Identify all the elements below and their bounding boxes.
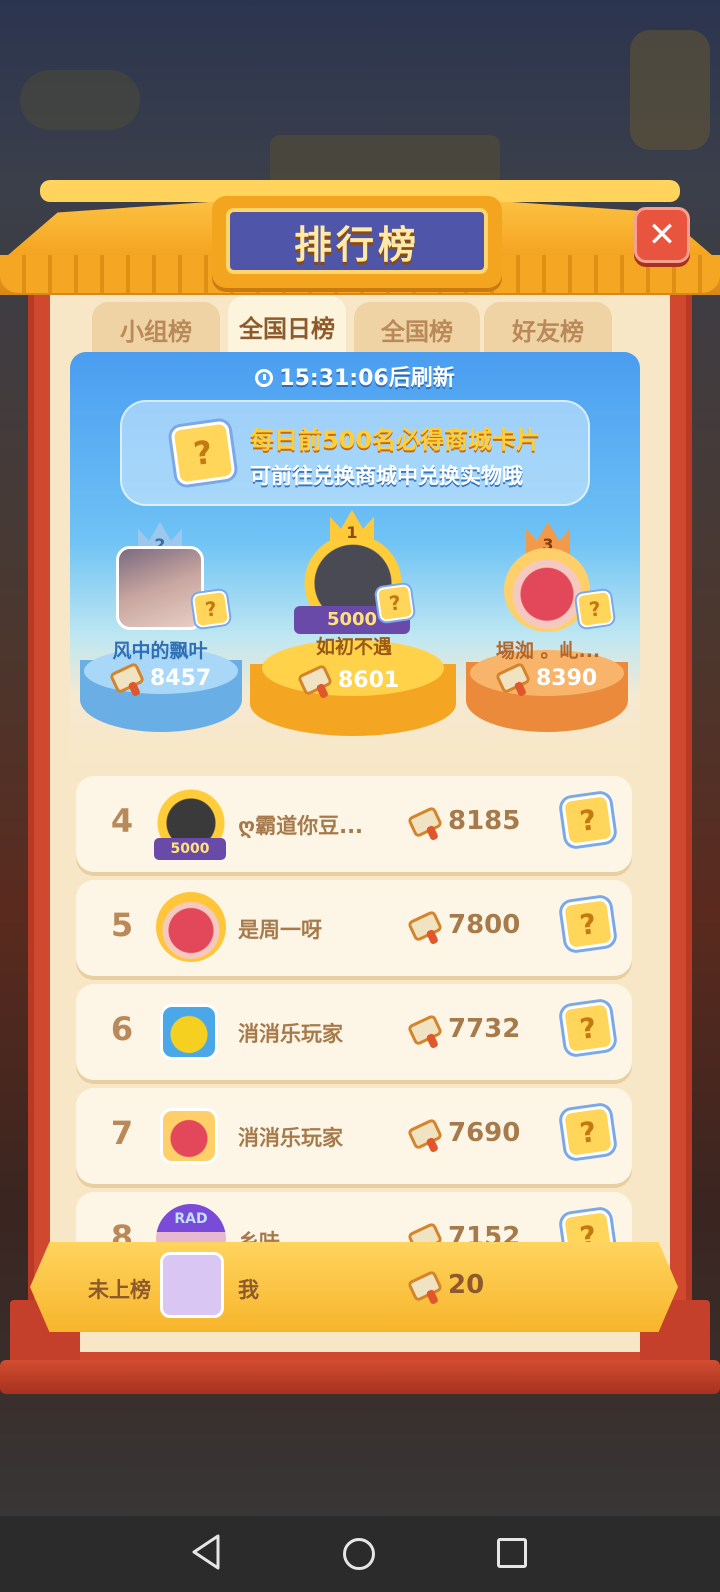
avatar	[156, 892, 226, 962]
player-name: 消消乐玩家	[238, 1022, 343, 1046]
rank-row[interactable]: 7 消消乐玩家 7690 ?	[76, 1088, 632, 1184]
hammer-icon	[406, 1117, 444, 1151]
my-name: 我	[238, 1278, 259, 1302]
avatar	[160, 1108, 218, 1164]
notice-line-2: 可前往兑换商城中兑换实物哦	[250, 464, 523, 488]
podium-score-value: 8601	[338, 668, 400, 693]
background-decoration	[270, 135, 500, 185]
hammer-icon	[406, 1013, 444, 1047]
system-nav-bar	[0, 1516, 720, 1592]
rank-number: 5	[110, 906, 134, 944]
podium-score: 8601	[296, 663, 400, 697]
rank-number: 6	[110, 1010, 134, 1048]
player-score-value: 8185	[448, 806, 521, 836]
player-score: 7800	[406, 909, 521, 943]
player-score-value: 7732	[448, 1014, 521, 1044]
mystery-card-icon: ?	[560, 792, 616, 848]
card-symbol: ?	[203, 596, 219, 622]
card-symbol: ?	[577, 802, 599, 838]
podium-score: 8457	[108, 661, 212, 695]
player-score: 8185	[406, 805, 521, 839]
my-avatar	[160, 1252, 224, 1318]
mystery-card-icon: ?	[560, 1000, 616, 1056]
mystery-card-icon: ?	[191, 589, 231, 629]
card-symbol: ?	[587, 596, 603, 622]
clock-icon	[255, 369, 274, 387]
hammer-icon	[494, 661, 532, 695]
tab-national-daily[interactable]: 全国日榜	[228, 296, 346, 356]
player-score-value: 7800	[448, 910, 521, 940]
tab-label: 全国日榜	[239, 314, 335, 343]
player-score: 7690	[406, 1117, 521, 1151]
hammer-icon	[406, 805, 444, 839]
player-score: 7732	[406, 1013, 521, 1047]
recent-apps-icon[interactable]	[497, 1538, 527, 1568]
background-decoration	[20, 70, 140, 130]
tab-label: 全国榜	[381, 317, 453, 346]
podium-score-value: 8457	[150, 666, 212, 691]
card-symbol: ?	[577, 1010, 599, 1046]
refresh-timer-text: 15:31:06后刷新	[279, 366, 455, 391]
hammer-icon	[108, 661, 146, 695]
page-title: 排行榜	[293, 222, 420, 267]
player-name: 是周一呀	[238, 918, 322, 942]
rank-row[interactable]: 6 消消乐玩家 7732 ?	[76, 984, 632, 1080]
avatar	[160, 1004, 218, 1060]
tab-label: 好友榜	[512, 317, 584, 346]
my-score: 20	[406, 1269, 485, 1303]
podium-score: 8390	[494, 661, 598, 695]
my-score-value: 20	[448, 1270, 485, 1300]
podium-player-name: 如初不遇	[315, 636, 392, 658]
notice-line-1: 每日前500名必得商城卡片	[250, 426, 541, 454]
title-plate-inner: 排行榜	[226, 208, 488, 274]
title-plate: 排行榜	[212, 196, 502, 288]
rank-number: 7	[110, 1114, 134, 1152]
tab-national[interactable]: 全国榜	[354, 302, 480, 356]
mystery-card-icon: ?	[170, 420, 236, 486]
podium-player-name: 风中的飘叶	[112, 640, 208, 662]
my-rank-bar[interactable]: 未上榜 我 20	[30, 1242, 678, 1332]
rank-row[interactable]: 5 是周一呀 7800 ?	[76, 880, 632, 976]
player-name: ღ霸道你豆...	[238, 814, 364, 838]
reward-notice: ? 每日前500名必得商城卡片 可前往兑换商城中兑换实物哦	[120, 400, 590, 506]
close-button[interactable]: ✕	[634, 207, 690, 263]
card-symbol: ?	[577, 906, 599, 942]
card-symbol: ?	[387, 590, 403, 616]
player-name: 消消乐玩家	[238, 1126, 343, 1150]
close-icon: ✕	[647, 215, 677, 255]
home-icon[interactable]	[343, 1538, 375, 1570]
rank-number: 4	[110, 802, 134, 840]
my-rank-status: 未上榜	[88, 1278, 151, 1302]
avatar	[504, 548, 590, 632]
mystery-card-icon: ?	[560, 1104, 616, 1160]
podium-player-name: 埸洳 。乢...	[495, 640, 601, 662]
tab-group[interactable]: 小组榜	[92, 302, 220, 356]
mystery-card-icon: ?	[560, 896, 616, 952]
back-icon[interactable]	[190, 1534, 222, 1570]
card-symbol: ?	[191, 432, 215, 474]
frame-base	[0, 1360, 720, 1394]
mystery-card-icon: ?	[575, 589, 615, 629]
podium-score-value: 8390	[536, 666, 598, 691]
mystery-card-icon: ?	[375, 583, 415, 623]
player-score-value: 7690	[448, 1118, 521, 1148]
background-decoration	[630, 30, 710, 150]
tab-label: 小组榜	[120, 317, 192, 346]
avatar-frame-badge: 5000	[154, 838, 226, 860]
hammer-icon	[406, 1269, 444, 1303]
card-symbol: ?	[577, 1114, 599, 1150]
tab-bar: 小组榜 全国日榜 全国榜 好友榜	[92, 296, 622, 356]
rank-row[interactable]: 4 5000 ღ霸道你豆... 8185 ?	[76, 776, 632, 872]
avatar	[116, 546, 204, 630]
rank-list[interactable]: 4 5000 ღ霸道你豆... 8185 ? 5 是周一呀 7800 ? 6 消…	[76, 776, 632, 1256]
tab-friends[interactable]: 好友榜	[484, 302, 612, 356]
hammer-icon	[296, 663, 334, 697]
refresh-timer: 15:31:06后刷新	[0, 360, 710, 392]
hammer-icon	[406, 909, 444, 943]
